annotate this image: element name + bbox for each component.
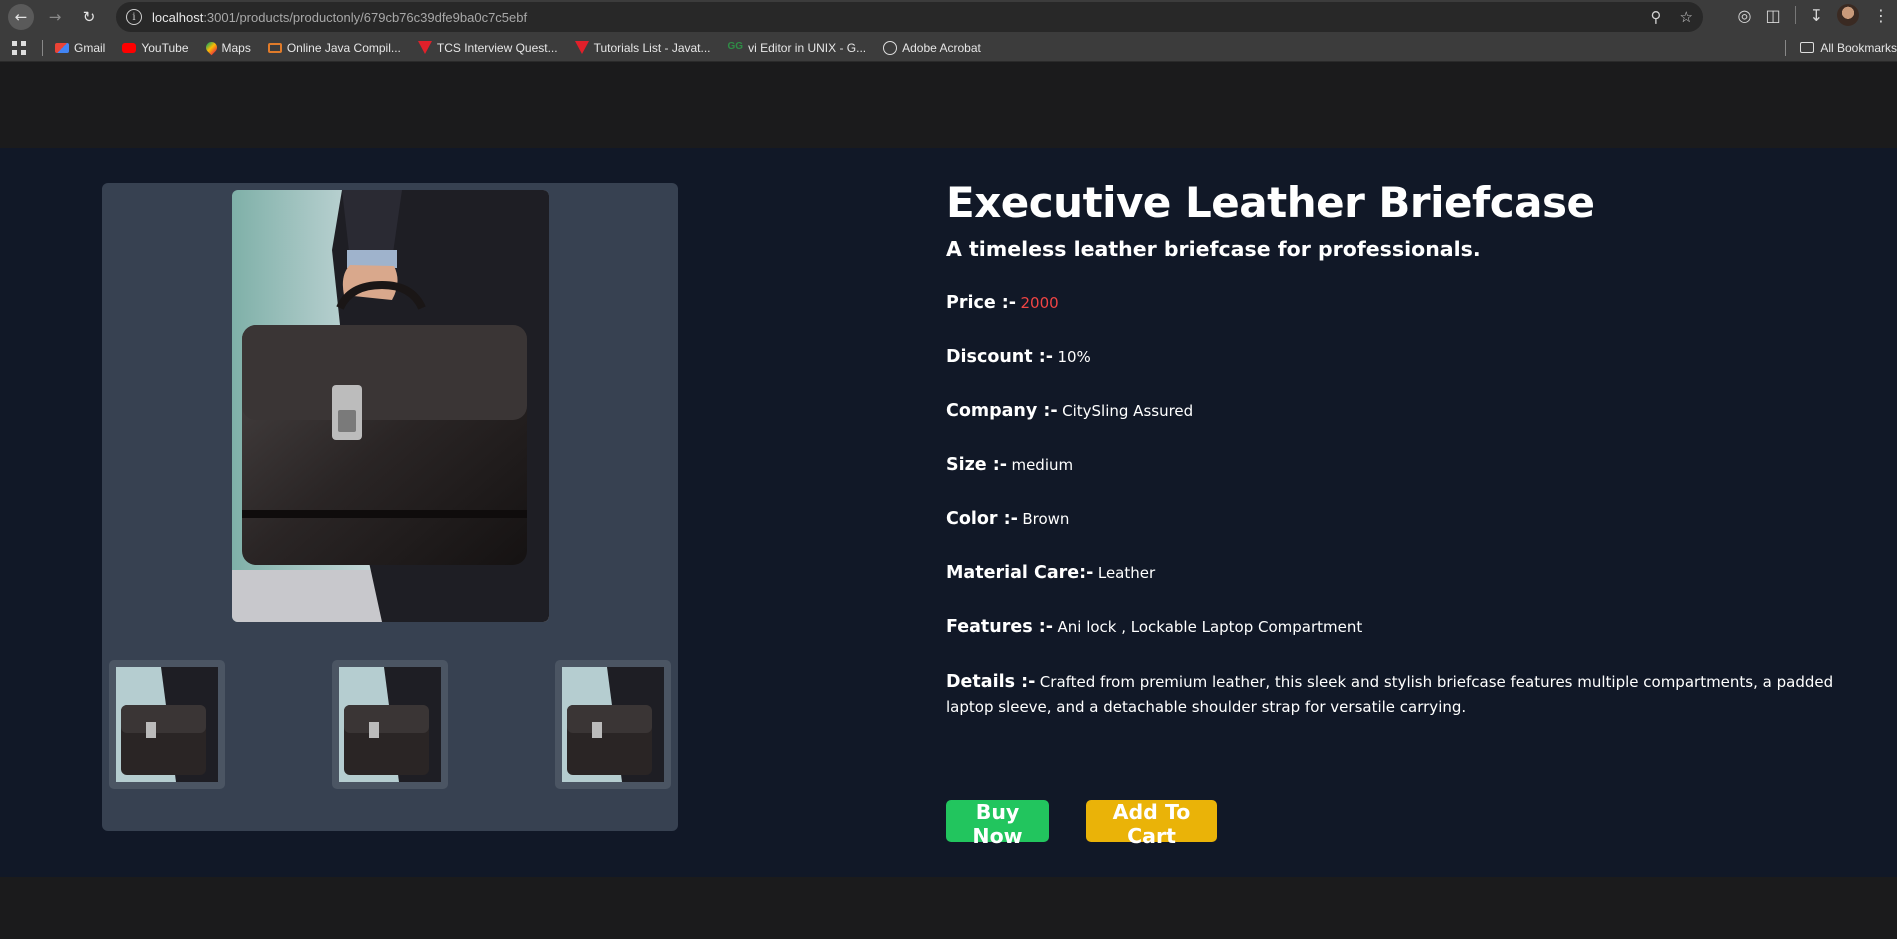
bookmark-star-icon[interactable]: ☆ bbox=[1680, 8, 1693, 26]
features-row: Features :- Ani lock , Lockable Laptop C… bbox=[946, 616, 1846, 670]
size-value: medium bbox=[1011, 456, 1074, 474]
discount-value: 10% bbox=[1057, 348, 1091, 366]
product-section: Executive Leather Briefcase A timeless l… bbox=[0, 148, 1897, 877]
page-footer bbox=[0, 877, 1897, 939]
bookmarks-divider bbox=[42, 39, 43, 56]
product-thumbnail[interactable] bbox=[109, 660, 225, 789]
thumbnail-image bbox=[339, 667, 441, 782]
discount-label: Discount :- bbox=[946, 347, 1053, 367]
product-thumbnail[interactable] bbox=[332, 660, 448, 789]
address-bar[interactable]: i localhost:3001/products/productonly/67… bbox=[116, 2, 1703, 32]
tcs-icon bbox=[417, 41, 432, 54]
bookmark-youtube[interactable]: YouTube bbox=[122, 41, 189, 55]
material-label: Material Care:- bbox=[946, 563, 1094, 583]
color-value: Brown bbox=[1022, 510, 1070, 528]
price-row: Price :- 2000 bbox=[946, 292, 1846, 346]
all-bookmarks[interactable]: All Bookmarks bbox=[1785, 39, 1897, 56]
forward-arrow-icon[interactable]: → bbox=[42, 4, 68, 30]
extensions-puzzle-icon[interactable]: ◫ bbox=[1765, 6, 1780, 25]
back-arrow-icon[interactable]: ← bbox=[8, 4, 34, 30]
maps-icon bbox=[203, 39, 219, 56]
reload-icon[interactable]: ↻ bbox=[76, 4, 102, 30]
product-subtitle: A timeless leather briefcase for profess… bbox=[946, 237, 1481, 261]
price-value: 2000 bbox=[1020, 294, 1059, 312]
add-to-cart-button[interactable]: Add To Cart bbox=[1086, 800, 1217, 848]
company-value: CitySling Assured bbox=[1062, 402, 1194, 420]
product-main-image bbox=[232, 190, 549, 622]
bookmark-tutorials[interactable]: Tutorials List - Javat... bbox=[574, 41, 711, 55]
size-label: Size :- bbox=[946, 455, 1008, 475]
material-value: Leather bbox=[1097, 564, 1156, 582]
price-label: Price :- bbox=[946, 293, 1017, 313]
thumbnail-image bbox=[562, 667, 664, 782]
globe-icon bbox=[883, 40, 898, 55]
javatpoint-icon bbox=[574, 41, 589, 54]
product-thumbnail[interactable] bbox=[555, 660, 671, 789]
page-header bbox=[0, 62, 1897, 123]
menu-kebab-icon[interactable]: ⋮ bbox=[1873, 6, 1889, 25]
zoom-icon[interactable]: ⚲ bbox=[1651, 8, 1662, 26]
youtube-icon bbox=[122, 42, 137, 53]
bookmark-tcs[interactable]: TCS Interview Quest... bbox=[417, 41, 558, 55]
bookmark-gmail[interactable]: Gmail bbox=[55, 41, 105, 55]
product-info: Executive Leather Briefcase A timeless l… bbox=[946, 178, 1846, 724]
bookmarks-bar: Gmail YouTube Maps Online Java Compil...… bbox=[0, 34, 1897, 62]
bookmark-adobe[interactable]: Adobe Acrobat bbox=[883, 40, 981, 55]
apps-grid-icon[interactable] bbox=[12, 40, 26, 55]
size-row: Size :- medium bbox=[946, 454, 1846, 508]
features-label: Features :- bbox=[946, 617, 1054, 637]
bookmark-java-compiler[interactable]: Online Java Compil... bbox=[267, 41, 401, 55]
company-row: Company :- CitySling Assured bbox=[946, 400, 1846, 454]
details-label: Details :- bbox=[946, 672, 1036, 692]
color-row: Color :- Brown bbox=[946, 508, 1846, 562]
color-label: Color :- bbox=[946, 509, 1018, 529]
profile-avatar[interactable] bbox=[1837, 4, 1859, 26]
details-row: Details :- Crafted from premium leather,… bbox=[946, 670, 1846, 724]
action-buttons: Buy Now Add To Cart bbox=[946, 800, 1217, 848]
material-row: Material Care:- Leather bbox=[946, 562, 1846, 616]
toolbar-divider bbox=[1794, 6, 1796, 24]
discount-row: Discount :- 10% bbox=[946, 346, 1846, 400]
url-text[interactable]: localhost:3001/products/productonly/679c… bbox=[152, 10, 527, 25]
thumbnail-image bbox=[116, 667, 218, 782]
gmail-icon bbox=[55, 42, 69, 53]
java-icon bbox=[267, 42, 282, 53]
details-value: Crafted from premium leather, this sleek… bbox=[946, 673, 1834, 716]
features-value: Ani lock , Lockable Laptop Compartment bbox=[1057, 618, 1363, 636]
bookmark-vi-editor[interactable]: GG vi Editor in UNIX - G... bbox=[728, 41, 867, 55]
download-icon[interactable]: ↧ bbox=[1810, 6, 1823, 25]
product-title: Executive Leather Briefcase bbox=[946, 178, 1595, 227]
gfg-icon: GG bbox=[727, 40, 744, 52]
site-info-icon[interactable]: i bbox=[126, 9, 142, 25]
bookmark-maps[interactable]: Maps bbox=[203, 39, 251, 56]
folder-icon bbox=[1800, 42, 1815, 53]
extension-target-icon[interactable]: ◎ bbox=[1738, 6, 1752, 25]
browser-toolbar: ← → ↻ i localhost:3001/products/producto… bbox=[0, 0, 1897, 34]
buy-now-button[interactable]: Buy Now bbox=[946, 800, 1049, 848]
product-gallery bbox=[102, 183, 678, 831]
company-label: Company :- bbox=[946, 401, 1058, 421]
